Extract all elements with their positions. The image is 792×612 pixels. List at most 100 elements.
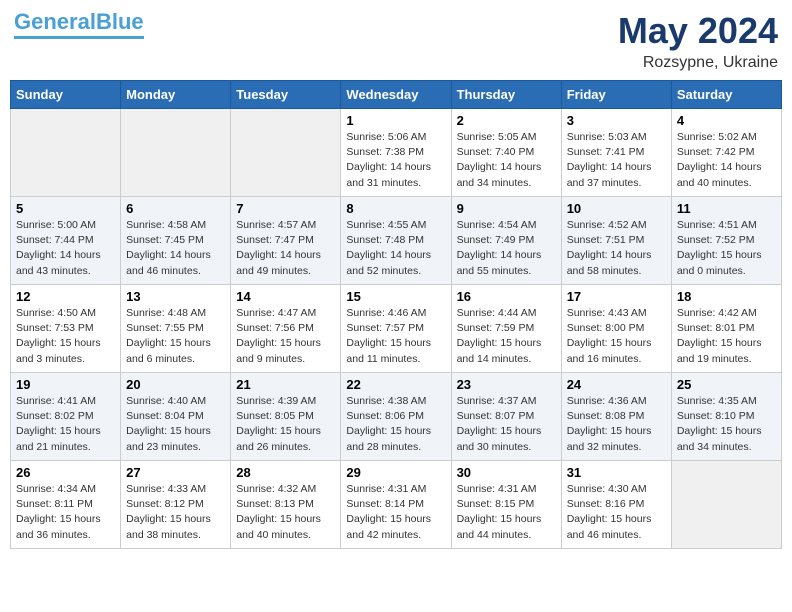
day-number: 1 [346, 113, 445, 128]
day-number: 6 [126, 201, 225, 216]
day-info: Sunrise: 4:41 AMSunset: 8:02 PMDaylight:… [16, 394, 115, 455]
day-info: Sunrise: 4:55 AMSunset: 7:48 PMDaylight:… [346, 218, 445, 279]
calendar-cell-1-2 [121, 109, 231, 197]
day-info: Sunrise: 4:37 AMSunset: 8:07 PMDaylight:… [457, 394, 556, 455]
calendar-week-row-3: 12 Sunrise: 4:50 AMSunset: 7:53 PMDayligh… [11, 285, 782, 373]
day-number: 18 [677, 289, 776, 304]
calendar-cell-1-5: 2Sunrise: 5:05 AMSunset: 7:40 PMDaylight… [451, 109, 561, 197]
day-info: Sunrise: 4:48 AMSunset: 7:55 PMDaylight:… [126, 306, 225, 367]
logo-underline [14, 36, 144, 39]
day-number: 12 [16, 289, 115, 304]
day-number: 11 [677, 201, 776, 216]
day-number: 5 [16, 201, 115, 216]
calendar-cell-3-5: 16 Sunrise: 4:44 AMSunset: 7:59 PMDayligh… [451, 285, 561, 373]
day-info: Sunrise: 4:54 AMSunset: 7:49 PMDaylight:… [457, 218, 556, 279]
calendar-week-row-2: 5Sunrise: 5:00 AMSunset: 7:44 PMDaylight… [11, 197, 782, 285]
calendar-week-row-5: 26 Sunrise: 4:34 AMSunset: 8:11 PMDayligh… [11, 461, 782, 549]
day-info: Sunrise: 4:38 AMSunset: 8:06 PMDaylight:… [346, 394, 445, 455]
day-info: Sunrise: 4:50 AMSunset: 7:53 PMDaylight:… [16, 306, 115, 367]
calendar-cell-1-3 [231, 109, 341, 197]
calendar-cell-5-1: 26 Sunrise: 4:34 AMSunset: 8:11 PMDayligh… [11, 461, 121, 549]
day-info: Sunrise: 4:58 AMSunset: 7:45 PMDaylight:… [126, 218, 225, 279]
calendar-cell-2-3: 7 Sunrise: 4:57 AMSunset: 7:47 PMDaylight… [231, 197, 341, 285]
day-info: Sunrise: 4:51 AMSunset: 7:52 PMDaylight:… [677, 218, 776, 279]
calendar-cell-3-6: 17Sunrise: 4:43 AMSunset: 8:00 PMDayligh… [561, 285, 671, 373]
day-number: 30 [457, 465, 556, 480]
calendar-cell-5-5: 30 Sunrise: 4:31 AMSunset: 8:15 PMDayligh… [451, 461, 561, 549]
weekday-header-tuesday: Tuesday [231, 81, 341, 109]
weekday-header-friday: Friday [561, 81, 671, 109]
day-info: Sunrise: 4:47 AMSunset: 7:56 PMDaylight:… [236, 306, 335, 367]
day-info: Sunrise: 5:03 AMSunset: 7:41 PMDaylight:… [567, 130, 666, 191]
calendar-cell-5-6: 31 Sunrise: 4:30 AMSunset: 8:16 PMDayligh… [561, 461, 671, 549]
calendar-cell-4-5: 23 Sunrise: 4:37 AMSunset: 8:07 PMDayligh… [451, 373, 561, 461]
day-number: 23 [457, 377, 556, 392]
day-number: 4 [677, 113, 776, 128]
calendar-cell-2-7: 11 Sunrise: 4:51 AMSunset: 7:52 PMDayligh… [671, 197, 781, 285]
day-number: 13 [126, 289, 225, 304]
day-info: Sunrise: 4:31 AMSunset: 8:15 PMDaylight:… [457, 482, 556, 543]
calendar-cell-1-4: 1 Sunrise: 5:06 AMSunset: 7:38 PMDaylight… [341, 109, 451, 197]
day-number: 10 [567, 201, 666, 216]
calendar-week-row-4: 19 Sunrise: 4:41 AMSunset: 8:02 PMDayligh… [11, 373, 782, 461]
calendar-cell-4-4: 22 Sunrise: 4:38 AMSunset: 8:06 PMDayligh… [341, 373, 451, 461]
day-info: Sunrise: 4:30 AMSunset: 8:16 PMDaylight:… [567, 482, 666, 543]
calendar-cell-1-6: 3 Sunrise: 5:03 AMSunset: 7:41 PMDaylight… [561, 109, 671, 197]
day-number: 31 [567, 465, 666, 480]
calendar-cell-5-3: 28 Sunrise: 4:32 AMSunset: 8:13 PMDayligh… [231, 461, 341, 549]
calendar-cell-2-1: 5Sunrise: 5:00 AMSunset: 7:44 PMDaylight… [11, 197, 121, 285]
day-info: Sunrise: 4:40 AMSunset: 8:04 PMDaylight:… [126, 394, 225, 455]
day-info: Sunrise: 4:36 AMSunset: 8:08 PMDaylight:… [567, 394, 666, 455]
day-number: 8 [346, 201, 445, 216]
calendar-cell-3-7: 18 Sunrise: 4:42 AMSunset: 8:01 PMDayligh… [671, 285, 781, 373]
calendar-cell-4-2: 20 Sunrise: 4:40 AMSunset: 8:04 PMDayligh… [121, 373, 231, 461]
day-number: 19 [16, 377, 115, 392]
day-number: 26 [16, 465, 115, 480]
day-number: 24 [567, 377, 666, 392]
day-number: 20 [126, 377, 225, 392]
title-block: May 2024 Rozsypne, Ukraine [618, 10, 778, 72]
calendar-cell-1-1 [11, 109, 121, 197]
calendar-cell-3-1: 12 Sunrise: 4:50 AMSunset: 7:53 PMDayligh… [11, 285, 121, 373]
day-number: 3 [567, 113, 666, 128]
day-info: Sunrise: 4:35 AMSunset: 8:10 PMDaylight:… [677, 394, 776, 455]
calendar-cell-3-2: 13 Sunrise: 4:48 AMSunset: 7:55 PMDayligh… [121, 285, 231, 373]
day-number: 16 [457, 289, 556, 304]
day-info: Sunrise: 4:42 AMSunset: 8:01 PMDaylight:… [677, 306, 776, 367]
calendar-table: SundayMondayTuesdayWednesdayThursdayFrid… [10, 80, 782, 549]
calendar-cell-2-4: 8 Sunrise: 4:55 AMSunset: 7:48 PMDaylight… [341, 197, 451, 285]
logo: GeneralBlue [14, 10, 144, 39]
day-number: 22 [346, 377, 445, 392]
calendar-cell-5-4: 29 Sunrise: 4:31 AMSunset: 8:14 PMDayligh… [341, 461, 451, 549]
calendar-cell-5-7 [671, 461, 781, 549]
month-title: May 2024 [618, 10, 778, 52]
calendar-cell-2-2: 6 Sunrise: 4:58 AMSunset: 7:45 PMDaylight… [121, 197, 231, 285]
day-info: Sunrise: 4:32 AMSunset: 8:13 PMDaylight:… [236, 482, 335, 543]
day-info: Sunrise: 4:44 AMSunset: 7:59 PMDaylight:… [457, 306, 556, 367]
day-number: 7 [236, 201, 335, 216]
calendar-cell-4-1: 19 Sunrise: 4:41 AMSunset: 8:02 PMDayligh… [11, 373, 121, 461]
day-info: Sunrise: 4:31 AMSunset: 8:14 PMDaylight:… [346, 482, 445, 543]
calendar-cell-5-2: 27Sunrise: 4:33 AMSunset: 8:12 PMDayligh… [121, 461, 231, 549]
calendar-cell-1-7: 4 Sunrise: 5:02 AMSunset: 7:42 PMDaylight… [671, 109, 781, 197]
calendar-cell-2-5: 9 Sunrise: 4:54 AMSunset: 7:49 PMDaylight… [451, 197, 561, 285]
day-info: Sunrise: 5:06 AMSunset: 7:38 PMDaylight:… [346, 130, 445, 191]
day-number: 29 [346, 465, 445, 480]
day-number: 21 [236, 377, 335, 392]
logo-blue: Blue [96, 9, 144, 34]
day-info: Sunrise: 5:05 AMSunset: 7:40 PMDaylight:… [457, 130, 556, 191]
day-info: Sunrise: 5:02 AMSunset: 7:42 PMDaylight:… [677, 130, 776, 191]
day-number: 15 [346, 289, 445, 304]
calendar-cell-2-6: 10 Sunrise: 4:52 AMSunset: 7:51 PMDayligh… [561, 197, 671, 285]
day-info: Sunrise: 4:57 AMSunset: 7:47 PMDaylight:… [236, 218, 335, 279]
page-header: GeneralBlue May 2024 Rozsypne, Ukraine [10, 10, 782, 72]
calendar-cell-4-6: 24 Sunrise: 4:36 AMSunset: 8:08 PMDayligh… [561, 373, 671, 461]
day-info: Sunrise: 4:34 AMSunset: 8:11 PMDaylight:… [16, 482, 115, 543]
day-info: Sunrise: 4:52 AMSunset: 7:51 PMDaylight:… [567, 218, 666, 279]
logo-general: General [14, 9, 96, 34]
day-number: 25 [677, 377, 776, 392]
day-number: 9 [457, 201, 556, 216]
day-number: 28 [236, 465, 335, 480]
day-info: Sunrise: 4:39 AMSunset: 8:05 PMDaylight:… [236, 394, 335, 455]
location-title: Rozsypne, Ukraine [618, 54, 778, 72]
